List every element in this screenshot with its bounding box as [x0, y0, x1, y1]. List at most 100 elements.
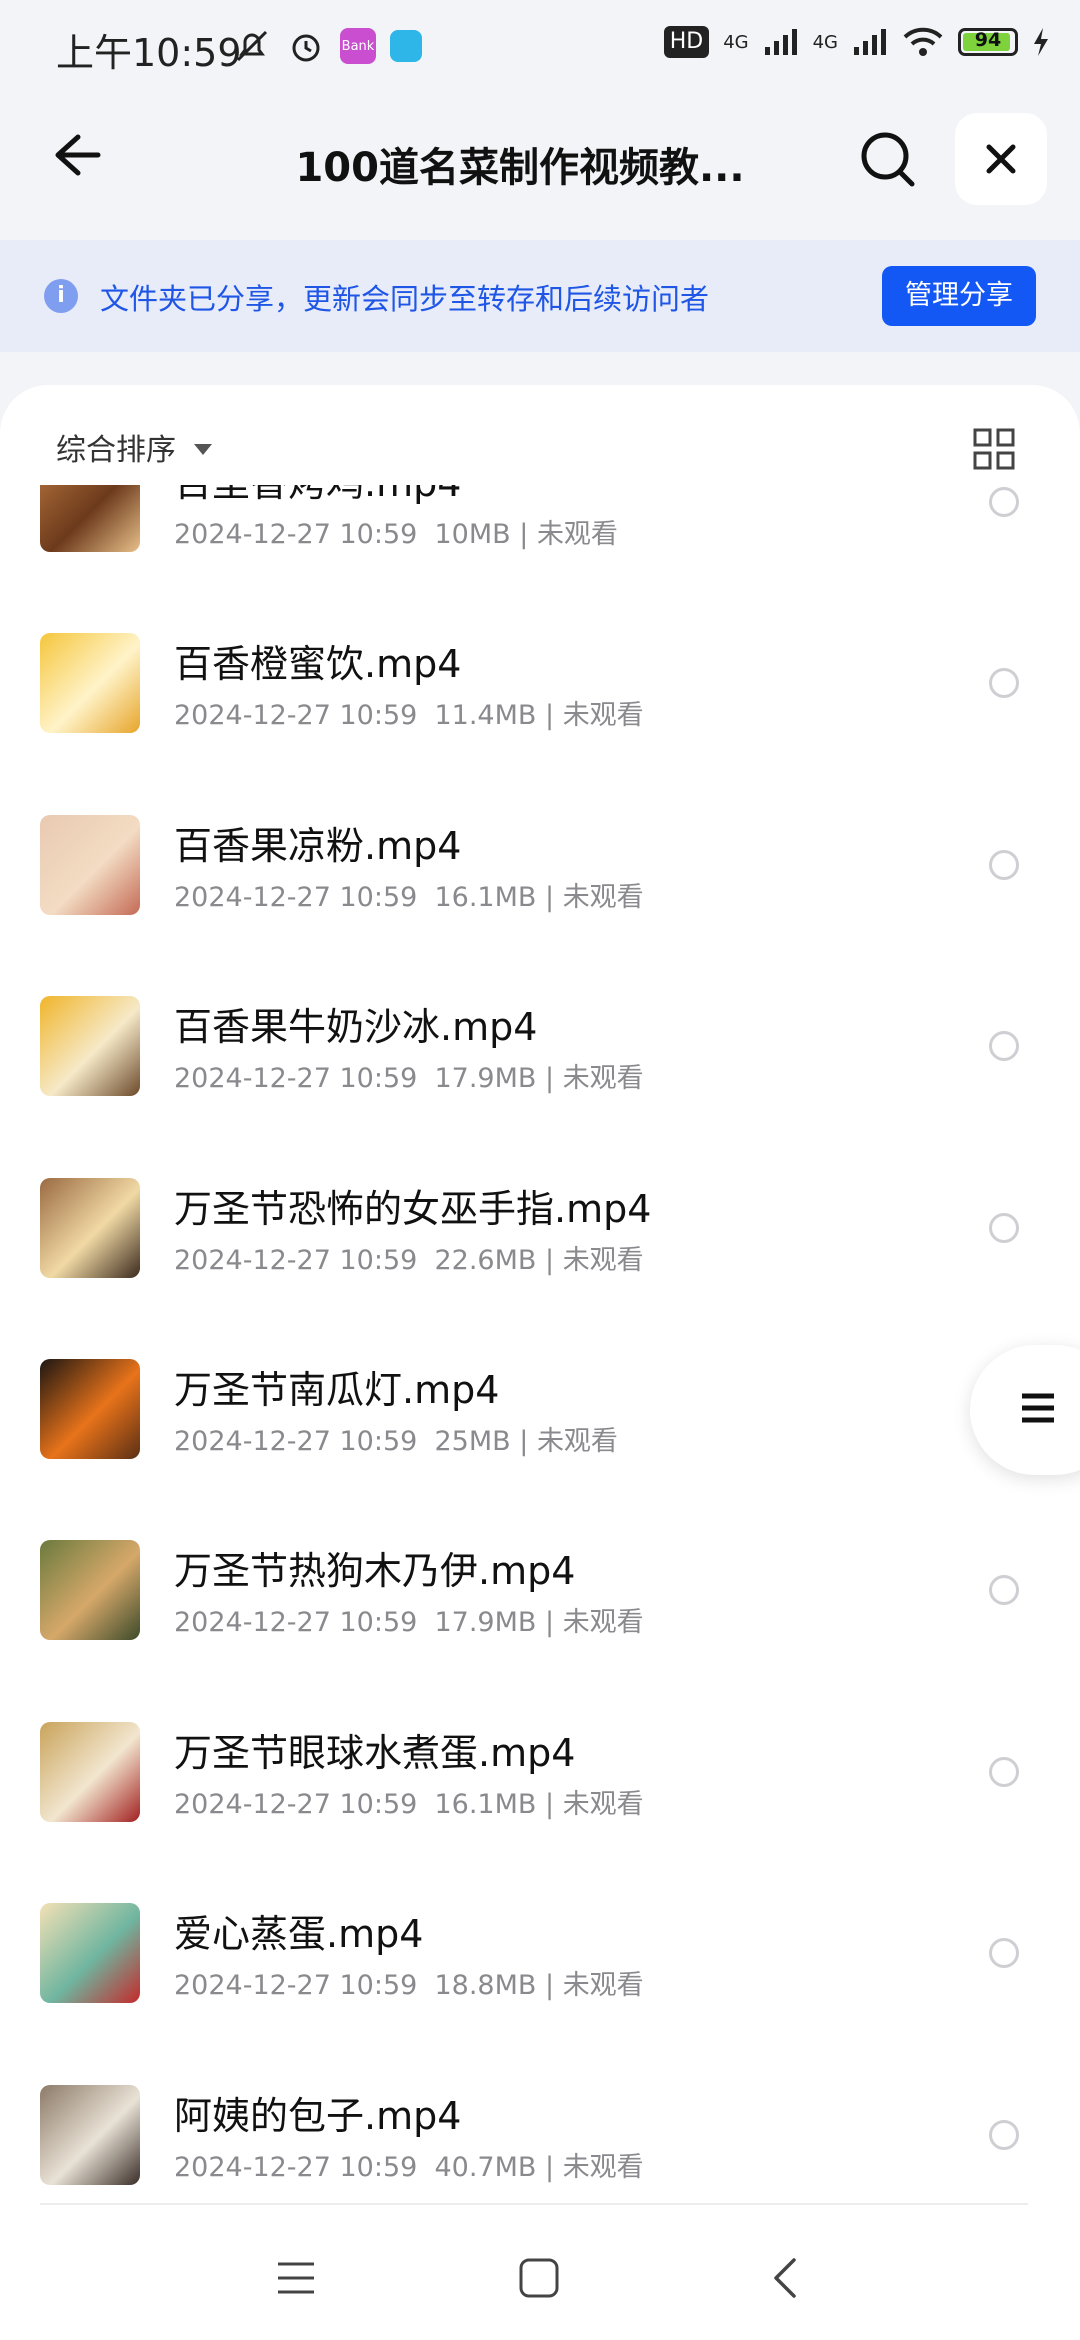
file-name: 阿姨的包子.mp4	[174, 2093, 462, 2138]
file-row[interactable]: 万圣节眼球水煮蛋.mp4 2024-12-27 10:59 16.1MB | 未观…	[0, 1670, 1080, 1851]
select-radio[interactable]	[989, 1575, 1019, 1606]
watch-status: 未观看	[536, 1425, 618, 1457]
select-radio[interactable]	[989, 1756, 1019, 1787]
file-meta: 2024-12-27 10:59 18.8MB | 未观看	[174, 1963, 644, 2002]
bank-app-icon: Bank	[340, 28, 376, 64]
select-radio[interactable]	[989, 849, 1019, 880]
back-arrow-icon	[55, 134, 101, 176]
status-icons-right: HD 4G 4G 94	[663, 26, 1050, 58]
status-bar: 上午10:59 Bank HD 4G 4G 94	[0, 0, 1080, 95]
file-date: 2024-12-27 10:59	[174, 1607, 418, 1639]
meta-separator: |	[536, 1244, 563, 1276]
hd-badge: HD	[663, 26, 710, 58]
meta-separator: |	[536, 700, 563, 732]
file-meta: 2024-12-27 10:59 40.7MB | 未观看	[174, 2145, 644, 2184]
nav-recents-button[interactable]	[276, 2260, 316, 2300]
file-date: 2024-12-27 10:59	[174, 1788, 418, 1820]
select-radio[interactable]	[989, 1212, 1019, 1243]
select-radio[interactable]	[989, 2119, 1019, 2150]
select-radio[interactable]	[989, 668, 1019, 699]
search-button[interactable]	[858, 129, 918, 189]
info-icon: i	[44, 279, 78, 313]
file-row[interactable]: 百里香烤鸡.mp4 2024-12-27 10:59 10MB | 未观看	[0, 485, 1080, 581]
battery-level: 94	[974, 29, 1002, 51]
file-row[interactable]: 阿姨的包子.mp4 2024-12-27 10:59 40.7MB | 未观看	[0, 2033, 1080, 2200]
watch-status: 未观看	[562, 881, 644, 913]
close-button[interactable]	[955, 113, 1047, 205]
status-icons-left: Bank	[232, 26, 422, 66]
file-name: 百香果牛奶沙冰.mp4	[174, 1005, 538, 1050]
file-row[interactable]: 爱心蒸蛋.mp4 2024-12-27 10:59 18.8MB | 未观看	[0, 1851, 1080, 2032]
network-type-2: 4G	[812, 31, 838, 53]
watch-status: 未观看	[536, 519, 618, 550]
file-size: 10MB	[434, 519, 511, 550]
file-name: 万圣节眼球水煮蛋.mp4	[174, 1730, 576, 1775]
file-row[interactable]: 百香果凉粉.mp4 2024-12-27 10:59 16.1MB | 未观看	[0, 763, 1080, 944]
status-time: 上午10:59	[56, 31, 242, 75]
watch-status: 未观看	[562, 1788, 644, 1820]
file-meta: 2024-12-27 10:59 17.9MB | 未观看	[174, 1600, 644, 1639]
meta-separator: |	[510, 1425, 537, 1457]
video-thumbnail	[40, 1358, 140, 1459]
file-date: 2024-12-27 10:59	[174, 700, 418, 732]
back-button[interactable]	[44, 125, 104, 185]
file-meta: 2024-12-27 10:59 16.1MB | 未观看	[174, 1782, 644, 1821]
file-name: 爱心蒸蛋.mp4	[174, 1912, 424, 1957]
file-meta: 2024-12-27 10:59 16.1MB | 未观看	[174, 875, 644, 914]
charging-icon	[1034, 28, 1048, 56]
watch-status: 未观看	[562, 1063, 644, 1095]
page-title: 100道名菜制作视频教...	[295, 145, 745, 191]
sort-dropdown[interactable]: 综合排序	[56, 425, 212, 469]
file-size: 16.1MB	[434, 1788, 537, 1820]
file-size: 40.7MB	[434, 2151, 537, 2183]
watch-status: 未观看	[562, 1970, 644, 2002]
video-thumbnail	[40, 2084, 140, 2185]
video-thumbnail	[40, 633, 140, 734]
video-thumbnail	[40, 1177, 140, 1278]
file-row[interactable]: 百香橙蜜饮.mp4 2024-12-27 10:59 11.4MB | 未观看	[0, 581, 1080, 762]
file-meta: 2024-12-27 10:59 10MB | 未观看	[174, 512, 618, 551]
file-date: 2024-12-27 10:59	[174, 1425, 418, 1457]
file-list-card: 综合排序 百里香烤鸡.mp4 2024-12-27 10:59 10MB | 未观…	[0, 385, 1080, 2340]
file-name: 万圣节热狗木乃伊.mp4	[174, 1549, 576, 1594]
file-size: 22.6MB	[434, 1244, 537, 1276]
home-icon	[519, 2258, 559, 2298]
dropdown-caret-icon	[194, 443, 212, 455]
select-radio[interactable]	[989, 1031, 1019, 1062]
file-date: 2024-12-27 10:59	[174, 1063, 418, 1095]
search-icon	[861, 132, 915, 187]
sort-label: 综合排序	[56, 433, 176, 468]
video-thumbnail	[40, 814, 140, 915]
file-name: 万圣节恐怖的女巫手指.mp4	[174, 1186, 652, 1231]
file-name: 百香橙蜜饮.mp4	[174, 642, 462, 687]
file-date: 2024-12-27 10:59	[174, 2151, 418, 2183]
share-banner-text: 文件夹已分享，更新会同步至转存和后续访问者	[100, 282, 710, 316]
grid-view-button[interactable]	[972, 427, 1016, 471]
network-type-1: 4G	[723, 31, 749, 53]
file-list[interactable]: 百里香烤鸡.mp42024-12-27 10:59 10MB | 未观看百香橙蜜…	[0, 485, 1080, 2200]
file-row[interactable]: 万圣节热狗木乃伊.mp4 2024-12-27 10:59 17.9MB | 未观…	[0, 1488, 1080, 1669]
battery-icon: 94	[958, 28, 1018, 56]
file-row[interactable]: 万圣节南瓜灯.mp4 2024-12-27 10:59 25MB | 未观看	[0, 1307, 1080, 1488]
meta-separator: |	[510, 519, 537, 550]
file-meta: 2024-12-27 10:59 25MB | 未观看	[174, 1419, 618, 1458]
select-radio[interactable]	[989, 1938, 1019, 1969]
signal-icon-2	[854, 29, 886, 55]
nav-home-button[interactable]	[518, 2257, 560, 2303]
file-size: 11.4MB	[434, 700, 537, 732]
file-row[interactable]: 百香果牛奶沙冰.mp4 2024-12-27 10:59 17.9MB | 未观看	[0, 944, 1080, 1125]
file-size: 17.9MB	[434, 1607, 537, 1639]
meta-separator: |	[536, 2151, 563, 2183]
watch-status: 未观看	[562, 1244, 644, 1276]
grid-view-icon	[973, 428, 1015, 470]
nav-back-button[interactable]	[770, 2256, 800, 2304]
system-nav-bar	[0, 2210, 1080, 2340]
manage-share-button[interactable]: 管理分享	[882, 266, 1036, 326]
file-date: 2024-12-27 10:59	[174, 1244, 418, 1276]
select-radio[interactable]	[989, 487, 1019, 517]
file-meta: 2024-12-27 10:59 22.6MB | 未观看	[174, 1238, 644, 1277]
meta-separator: |	[536, 1788, 563, 1820]
meta-separator: |	[536, 1063, 563, 1095]
alarm-icon	[292, 34, 320, 62]
file-row[interactable]: 万圣节恐怖的女巫手指.mp4 2024-12-27 10:59 22.6MB | …	[0, 1126, 1080, 1307]
